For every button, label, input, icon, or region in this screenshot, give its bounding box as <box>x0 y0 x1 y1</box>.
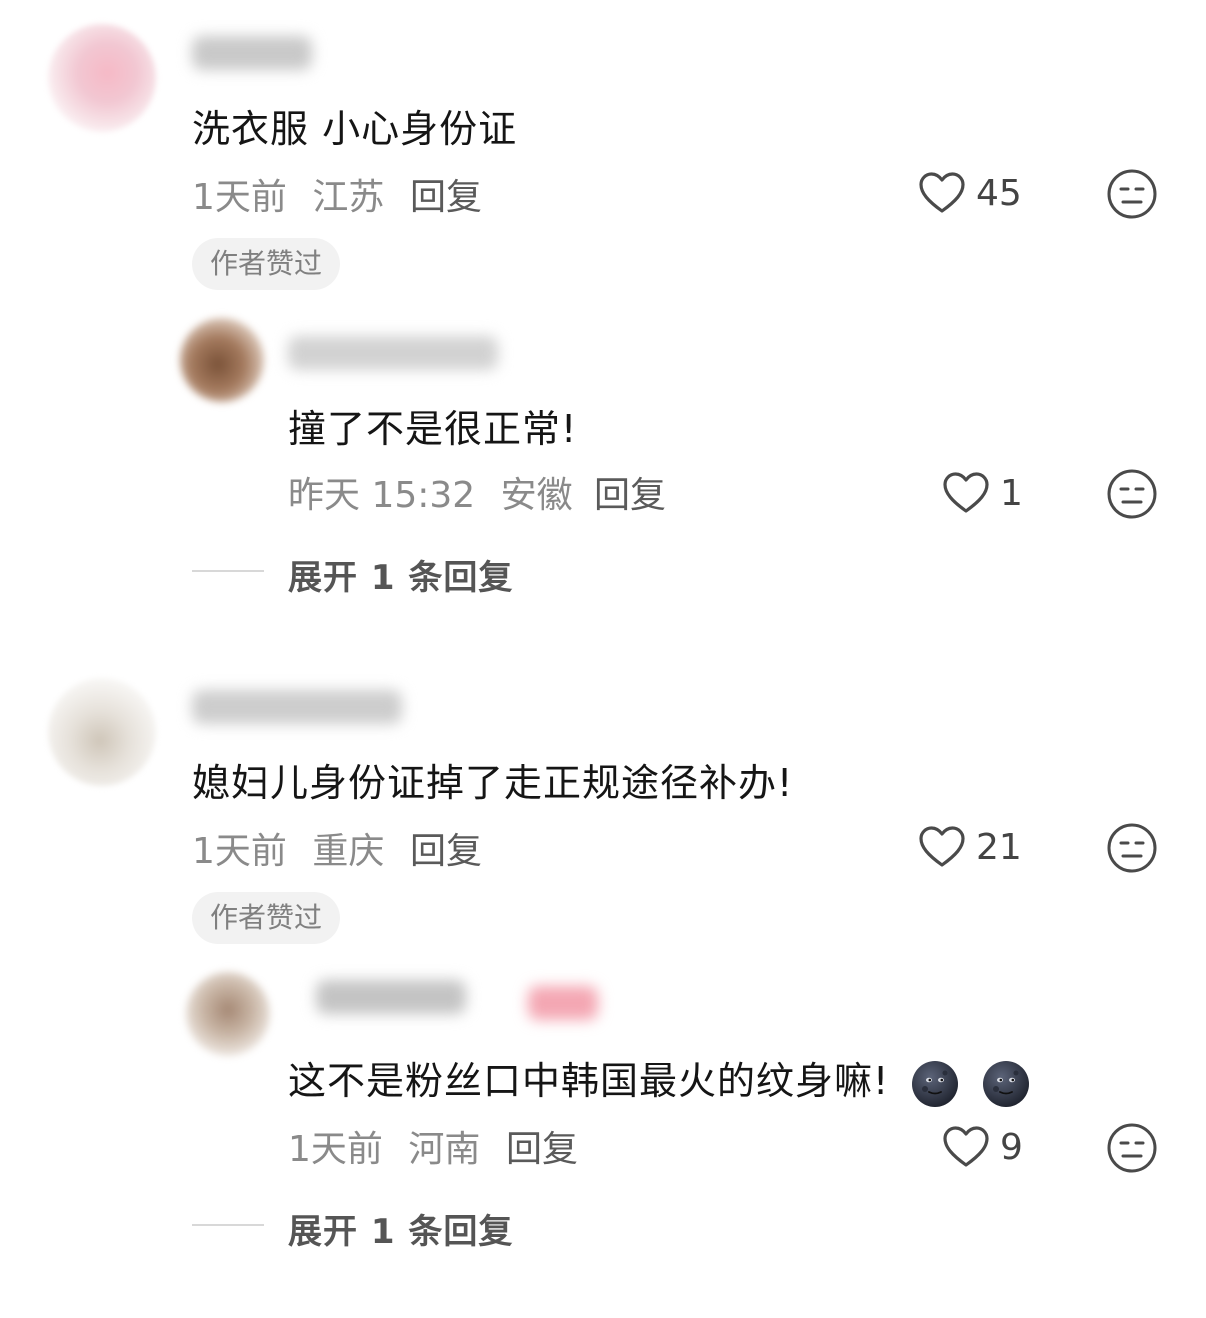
avatar[interactable] <box>48 678 156 786</box>
reply-text: 这不是粉丝口中韩国最火的纹身嘛! <box>288 1059 890 1103</box>
reply-username-redacted[interactable] <box>316 980 466 1014</box>
new-moon-face-icon <box>912 1060 959 1107</box>
unamused-face-icon[interactable] <box>1106 468 1158 520</box>
like-count: 9 <box>1000 1126 1023 1168</box>
comment-meta: 1天前 重庆 <box>192 822 384 874</box>
heart-outline-icon <box>919 826 965 867</box>
reply-meta: 昨天 15:32 安徽 <box>288 466 573 518</box>
unamused-face-icon[interactable] <box>1106 1122 1158 1174</box>
reply-meta: 1天前 河南 <box>288 1120 480 1172</box>
comment-time: 1天前 <box>192 831 287 872</box>
like-count: 45 <box>976 172 1022 214</box>
reply-username-badge-redacted <box>528 986 598 1020</box>
like-button[interactable]: 21 <box>918 822 1022 872</box>
expand-replies-button[interactable]: 展开 1 条回复 <box>288 1204 513 1253</box>
like-count: 1 <box>1000 472 1023 514</box>
author-liked-badge: 作者赞过 <box>192 892 341 944</box>
reply-button[interactable]: 回复 <box>410 168 482 220</box>
comment-location: 江苏 <box>312 177 385 218</box>
username-redacted[interactable] <box>192 690 402 724</box>
new-moon-face-icon <box>983 1060 1030 1107</box>
like-count: 21 <box>976 826 1022 868</box>
reply-button[interactable]: 回复 <box>410 822 482 874</box>
unamused-face-icon[interactable] <box>1106 822 1158 874</box>
reply-username-redacted[interactable] <box>288 336 498 370</box>
reply-button[interactable]: 回复 <box>594 466 666 518</box>
like-button[interactable]: 9 <box>942 1122 1023 1172</box>
reply-text-row: 这不是粉丝口中韩国最火的纹身嘛! <box>288 1050 1031 1109</box>
like-button[interactable]: 1 <box>942 468 1023 518</box>
like-button[interactable]: 45 <box>918 168 1022 218</box>
reply-time: 1天前 <box>288 1129 383 1170</box>
reply-avatar[interactable] <box>186 972 270 1056</box>
comment-text: 媳妇儿身份证掉了走正规途径补办! <box>192 761 794 805</box>
comment-meta: 1天前 江苏 <box>192 168 384 220</box>
avatar[interactable] <box>48 24 156 132</box>
heart-outline-icon <box>943 472 989 513</box>
expand-replies-button[interactable]: 展开 1 条回复 <box>288 550 513 599</box>
comment-time: 1天前 <box>192 177 287 218</box>
unamused-face-icon[interactable] <box>1106 168 1158 220</box>
heart-outline-icon <box>919 172 965 213</box>
divider <box>192 570 264 572</box>
reply-location: 河南 <box>408 1129 481 1170</box>
divider <box>192 1224 264 1226</box>
author-liked-badge: 作者赞过 <box>192 238 341 290</box>
reply-avatar[interactable] <box>180 318 264 402</box>
reply-button[interactable]: 回复 <box>506 1120 578 1172</box>
comment-text: 洗衣服 小心身份证 <box>192 107 518 151</box>
reply-text: 撞了不是很正常! <box>288 407 578 451</box>
comment-location: 重庆 <box>312 831 385 872</box>
reply-time: 昨天 15:32 <box>288 475 476 516</box>
reply-location: 安徽 <box>500 475 573 516</box>
username-redacted[interactable] <box>192 36 312 70</box>
heart-outline-icon <box>943 1126 989 1167</box>
